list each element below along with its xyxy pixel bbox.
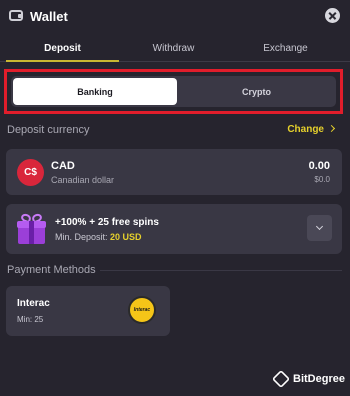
bonus-expand-button[interactable] bbox=[307, 215, 332, 241]
currency-balance: 0.00 bbox=[308, 160, 330, 172]
wallet-icon bbox=[9, 10, 23, 21]
payment-method-card-interac[interactable]: Interac Min: 25 Interac bbox=[6, 286, 170, 336]
bitdegree-watermark: BitDegree bbox=[271, 369, 348, 390]
tab-withdraw[interactable]: Withdraw bbox=[117, 43, 230, 54]
interac-logo-text: Interac bbox=[133, 307, 151, 313]
bonus-card[interactable]: +100% + 25 free spins Min. Deposit: 20 U… bbox=[6, 204, 342, 254]
bonus-min-amount: 20 USD bbox=[110, 232, 142, 242]
currency-fiat-balance: $0.0 bbox=[314, 175, 330, 184]
interac-logo-icon: Interac bbox=[128, 296, 156, 324]
gift-icon bbox=[17, 212, 46, 244]
method-toggle: Banking Crypto bbox=[11, 76, 336, 107]
tab-exchange[interactable]: Exchange bbox=[229, 43, 342, 54]
chevron-right-icon bbox=[327, 124, 336, 133]
method-toggle-highlight: Banking Crypto bbox=[4, 69, 343, 114]
currency-badge: C$ bbox=[17, 159, 44, 186]
currency-card[interactable]: C$ CAD Canadian dollar 0.00 $0.0 bbox=[6, 149, 342, 195]
tab-deposit[interactable]: Deposit bbox=[6, 43, 119, 54]
wallet-header: Wallet bbox=[0, 0, 350, 34]
currency-code: CAD bbox=[51, 160, 75, 172]
payment-methods-heading: Payment Methods bbox=[7, 264, 96, 276]
change-currency-link[interactable]: Change bbox=[287, 124, 336, 135]
wallet-tabs: Deposit Withdraw Exchange bbox=[0, 38, 350, 62]
bonus-min-label: Min. Deposit: bbox=[55, 232, 108, 242]
change-currency-label: Change bbox=[287, 124, 324, 135]
active-tab-indicator bbox=[6, 60, 119, 62]
currency-name: Canadian dollar bbox=[51, 175, 115, 185]
deposit-currency-heading: Deposit currency bbox=[7, 124, 90, 136]
bonus-min-deposit: Min. Deposit: 20 USD bbox=[55, 232, 142, 242]
watermark-text: BitDegree bbox=[293, 373, 345, 385]
payment-method-name: Interac bbox=[17, 298, 50, 309]
bitdegree-logo-icon bbox=[271, 369, 291, 389]
bonus-title: +100% + 25 free spins bbox=[55, 217, 159, 228]
section-divider bbox=[100, 270, 342, 271]
wallet-title: Wallet bbox=[30, 9, 68, 24]
payment-method-min: Min: 25 bbox=[17, 315, 44, 324]
crypto-toggle-button[interactable]: Crypto bbox=[179, 78, 334, 105]
close-button[interactable] bbox=[325, 8, 340, 23]
banking-toggle-button[interactable]: Banking bbox=[13, 78, 177, 105]
